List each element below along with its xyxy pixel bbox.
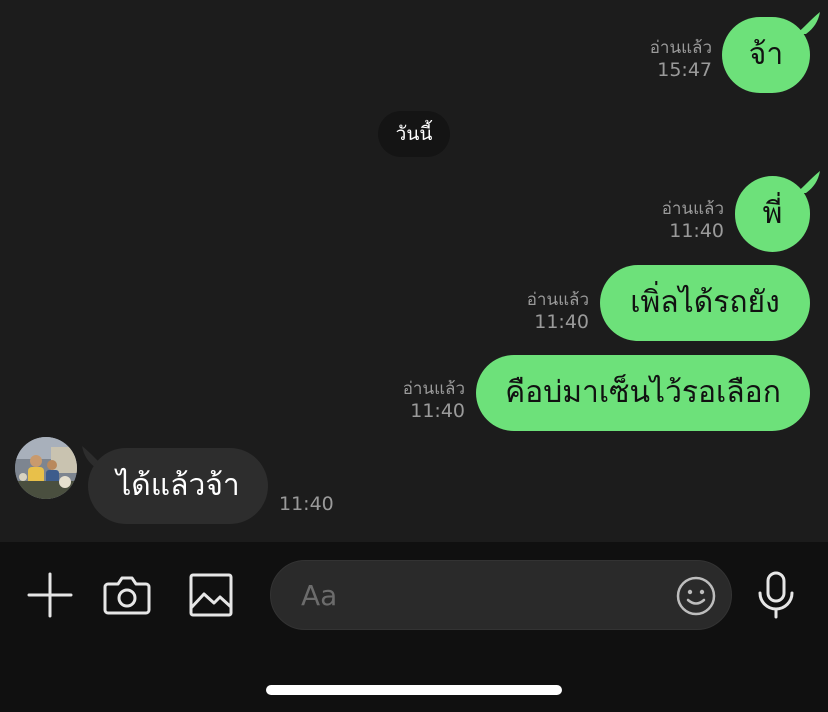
message-time: 11:40 <box>410 400 465 422</box>
message-time: 11:40 <box>534 311 589 333</box>
read-receipt: อ่านแล้ว 15:47 <box>650 37 712 81</box>
composer-bar: Aa <box>0 542 828 712</box>
message-text: พี่ <box>762 196 783 231</box>
read-status: อ่านแล้ว <box>526 290 589 310</box>
outgoing-message[interactable]: เพิ่ลได้รถยัง <box>600 265 810 341</box>
message-text: ได้แล้วจ้า <box>116 468 240 503</box>
image-icon[interactable] <box>186 570 236 620</box>
read-status: อ่านแล้ว <box>661 199 724 219</box>
emoji-icon[interactable] <box>675 575 717 617</box>
message-time: 11:40 <box>279 493 334 515</box>
outgoing-message[interactable]: คือบ่มาเซ็นไว้รอเลือก <box>476 355 810 431</box>
plus-icon[interactable] <box>25 570 75 620</box>
incoming-message[interactable]: ได้แล้วจ้า <box>88 448 268 524</box>
date-label: วันนี้ <box>395 123 433 145</box>
message-time: 11:40 <box>669 220 724 242</box>
message-list[interactable]: อ่านแล้ว 15:47 จ้า วันนี้ อ่านแล้ว 11:40… <box>0 0 828 542</box>
date-separator: วันนี้ <box>378 111 450 157</box>
home-indicator[interactable] <box>266 685 562 695</box>
bubble-tail <box>796 171 820 193</box>
message-text: คือบ่มาเซ็นไว้รอเลือก <box>505 375 781 410</box>
microphone-icon[interactable] <box>751 570 801 620</box>
read-status: อ่านแล้ว <box>649 38 712 58</box>
message-text: เพิ่ลได้รถยัง <box>630 285 780 320</box>
read-receipt: อ่านแล้ว 11:40 <box>662 198 724 242</box>
contact-avatar[interactable] <box>15 437 77 499</box>
read-receipt: อ่านแล้ว 11:40 <box>527 289 589 333</box>
message-text: จ้า <box>748 37 784 72</box>
avatar-photo <box>15 437 77 499</box>
read-receipt: อ่านแล้ว 11:40 <box>403 378 465 422</box>
message-input[interactable]: Aa <box>270 560 732 630</box>
message-time: 15:47 <box>657 59 712 81</box>
bubble-tail <box>796 12 820 34</box>
input-placeholder: Aa <box>301 579 338 612</box>
chat-screen: อ่านแล้ว 15:47 จ้า วันนี้ อ่านแล้ว 11:40… <box>0 0 828 712</box>
camera-icon[interactable] <box>102 570 152 620</box>
read-status: อ่านแล้ว <box>402 379 465 399</box>
